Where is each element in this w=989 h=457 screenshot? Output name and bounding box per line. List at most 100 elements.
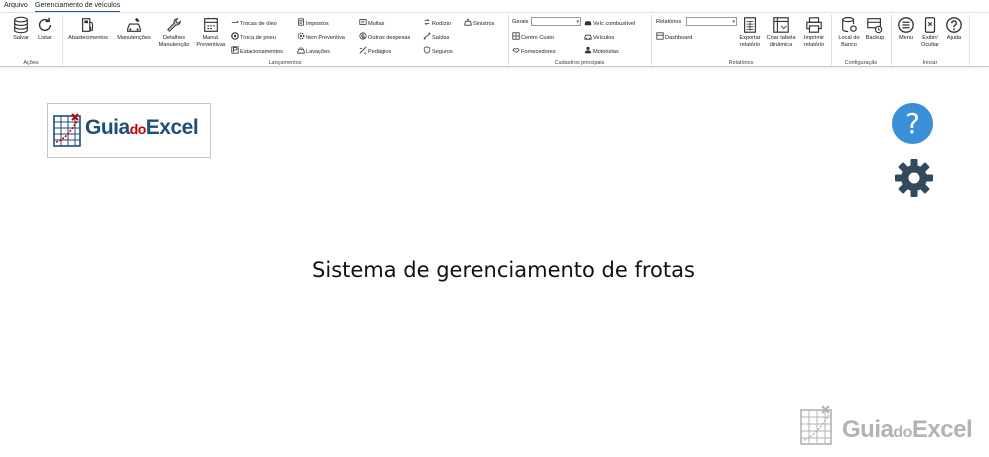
chevron-down-icon: ▾	[732, 19, 735, 25]
veiculos-button[interactable]: Veículos	[584, 32, 614, 41]
listar-label: Listar	[38, 35, 52, 41]
oil-can-icon	[231, 18, 239, 26]
sinistros-label: Sinistros	[473, 21, 495, 27]
rodizio-label: Rodízio	[432, 21, 451, 27]
dashboard-button[interactable]: Dashboard	[656, 32, 692, 41]
group-cadastros-label: Cadastros principais	[554, 60, 605, 66]
local-label-1: Local do	[838, 35, 860, 41]
pedagios-label: Pedágios	[368, 49, 392, 55]
database-settings-icon	[840, 16, 858, 34]
item-preventiva-label: Item Preventiva	[306, 35, 345, 41]
toll-icon	[359, 46, 367, 54]
manutencoes-label: Manutenções	[117, 35, 151, 41]
criar-label-2: dinâmica	[769, 41, 793, 48]
local-banco-button[interactable]: Local do Banco	[836, 16, 862, 48]
centro-custo-button[interactable]: Centro Custo	[512, 32, 554, 41]
criar-label-1: Criar tabela	[766, 35, 796, 41]
exportar-label-1: Exportar	[739, 35, 761, 41]
money-icon	[359, 32, 367, 40]
outras-despesas-button[interactable]: Outras despesas	[359, 32, 410, 41]
logo-text: GuiadoExcel	[85, 116, 199, 140]
menu-button[interactable]: Menu	[895, 16, 917, 42]
watermark-text: GuiadoExcel	[842, 416, 973, 444]
impostos-button[interactable]: Impostos	[297, 18, 329, 27]
listar-button[interactable]: Listar	[35, 16, 55, 42]
dashboard-label: Dashboard	[665, 35, 693, 41]
group-lancamentos-label: Lançamentos	[268, 60, 302, 66]
exportar-relatorio-button[interactable]: Exportar relatório	[737, 16, 763, 48]
pedagios-button[interactable]: Pedágios	[359, 46, 391, 55]
manutencoes-button[interactable]: Manutenções	[113, 16, 155, 42]
calendar-check-icon	[202, 16, 220, 34]
impostos-label: Impostos	[306, 21, 329, 27]
menu-label: Menu	[899, 35, 913, 41]
gerais-select[interactable]: ▾	[531, 17, 581, 26]
centro-custo-label: Centro Custo	[521, 35, 554, 41]
group-acoes: Salvar Listar Ações	[0, 13, 62, 67]
saidas-button[interactable]: Saídas	[423, 32, 449, 41]
imprimir-label-1: Imprimir	[803, 35, 825, 41]
seguros-button[interactable]: Seguros	[423, 46, 453, 55]
group-separator	[969, 15, 970, 65]
item-preventiva-button[interactable]: Item Preventiva	[297, 32, 345, 41]
backup-label: Backup	[865, 35, 885, 41]
exibir-label-1: Exibir/	[922, 35, 938, 41]
salvar-button[interactable]: Salvar	[10, 16, 32, 42]
outras-despesas-label: Outras despesas	[368, 35, 411, 41]
car-fuel-icon	[584, 18, 592, 26]
trocas-oleo-button[interactable]: Trocas de óleo	[231, 18, 277, 27]
multas-button[interactable]: Multas	[359, 18, 384, 27]
imprimir-relatorio-button[interactable]: Imprimir relatório	[800, 16, 828, 48]
backup-icon	[866, 16, 884, 34]
fornecedores-button[interactable]: Fornecedores	[512, 46, 556, 55]
group-configuracao-label: Configuração	[844, 60, 878, 66]
criar-tabela-dinamica-button[interactable]: Criar tabela dinâmica	[764, 16, 798, 48]
handshake-icon	[512, 46, 520, 54]
detalhes-label-2: Manutenção	[158, 41, 190, 48]
rodizio-button[interactable]: Rodízio	[423, 18, 451, 27]
exibir-ocultar-button[interactable]: Exibir/ Ocultar	[918, 16, 942, 48]
group-cadastros: Gerais ▾ Centro Custo Fornecedores Veíc …	[508, 13, 651, 67]
tab-gerenciamento-veiculos[interactable]: Gerenciamento de veículos	[35, 1, 121, 12]
watermark-text-excel: Excel	[911, 416, 973, 443]
driver-icon	[584, 46, 592, 54]
veic-combustivel-button[interactable]: Veíc combustível	[584, 18, 635, 27]
abastecimentos-button[interactable]: Abastecimentos	[64, 16, 112, 42]
grid-icon	[512, 32, 520, 40]
estacionamentos-label: Estacionamentos	[240, 49, 283, 55]
help-button[interactable]: ?	[892, 103, 933, 144]
lavacoes-button[interactable]: Lavações	[297, 46, 330, 55]
ajuda-button[interactable]: Ajuda	[943, 16, 965, 42]
group-relatorios: Relatórios ▾ Dashboard Exportar relatóri…	[651, 13, 831, 67]
exportar-label-2: relatório	[739, 41, 761, 48]
manut-label-2: Preventivas	[196, 41, 226, 48]
motoristas-label: Motoristas	[593, 49, 619, 55]
motoristas-button[interactable]: Motoristas	[584, 46, 619, 55]
estacionamentos-button[interactable]: Estacionamentos	[231, 46, 283, 55]
sinistros-button[interactable]: Sinistros	[464, 18, 494, 27]
manut-preventivas-button[interactable]: Manut. Preventivas	[194, 16, 228, 48]
menu-icon	[897, 16, 915, 34]
group-relatorios-label: Relatórios	[728, 60, 754, 66]
imprimir-label-2: relatório	[803, 41, 825, 48]
group-lancamentos: Abastecimentos Manutenções Detalhes Manu…	[62, 13, 508, 67]
veic-combustivel-label: Veíc combustível	[593, 21, 636, 27]
group-iniciar: Menu Exibir/ Ocultar Ajuda Iniciar	[891, 13, 969, 67]
detalhes-manutencao-button[interactable]: Detalhes Manutenção	[155, 16, 193, 48]
tab-arquivo[interactable]: Arquivo	[4, 1, 28, 12]
settings-button[interactable]	[894, 158, 934, 198]
tire-icon	[231, 32, 239, 40]
veiculos-label: Veículos	[593, 35, 615, 41]
exibir-label-2: Ocultar	[920, 41, 940, 48]
seguros-label: Seguros	[432, 49, 453, 55]
troca-pneu-button[interactable]: Troca de pneu	[231, 32, 276, 41]
backup-button[interactable]: Backup	[863, 16, 887, 42]
car-icon	[584, 32, 592, 40]
parking-icon	[231, 46, 239, 54]
route-icon	[423, 32, 431, 40]
guia-do-excel-logo: GuiadoExcel	[47, 103, 211, 158]
group-configuracao: Local do Banco Backup Configuração	[831, 13, 891, 67]
relatorios-select[interactable]: ▾	[686, 17, 737, 26]
watermark-text-do: do	[893, 424, 912, 441]
gear-icon	[895, 159, 933, 197]
